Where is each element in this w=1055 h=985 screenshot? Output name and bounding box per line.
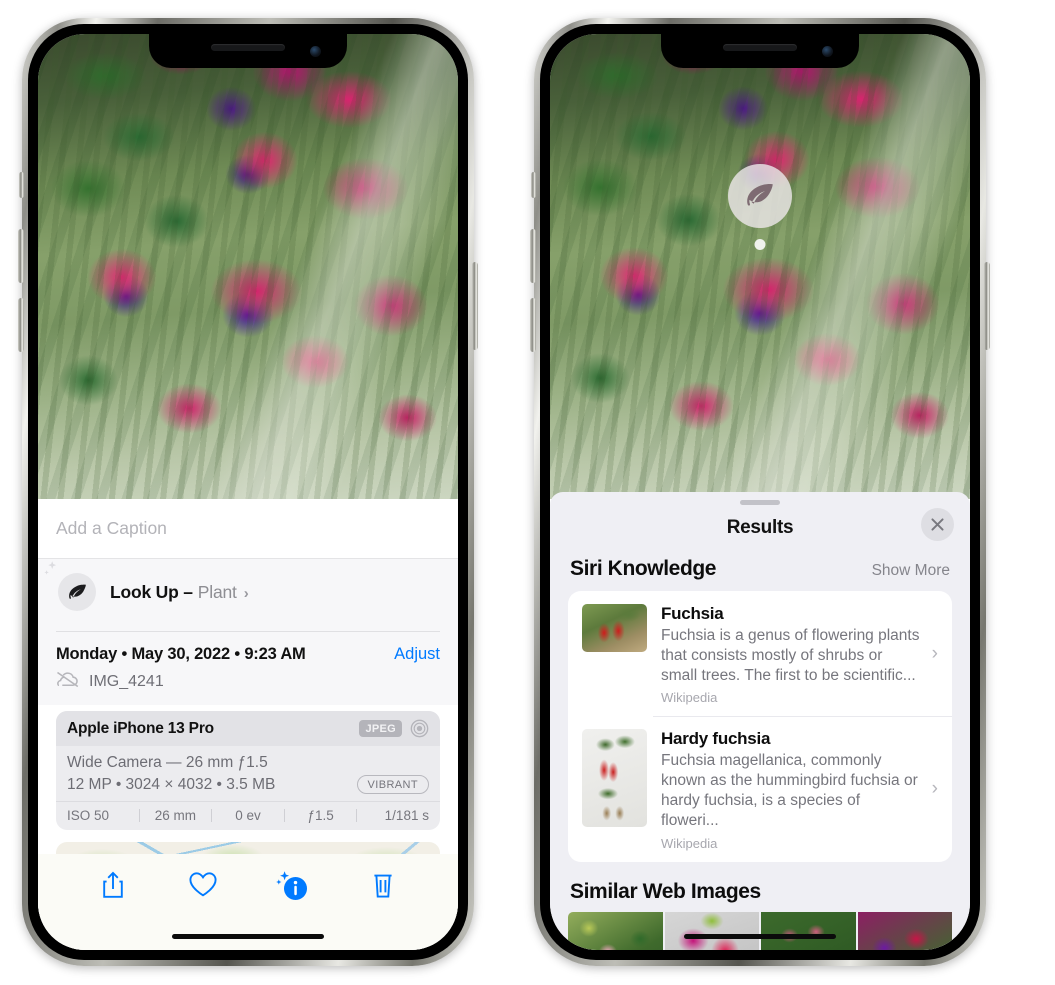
camera-card-body: Wide Camera — 26 mm ƒ1.5 12 MP • 3024 × … [56, 746, 440, 801]
front-camera-icon [822, 46, 833, 57]
look-up-subject: Plant [197, 581, 237, 602]
phone-right-bezel: Results Siri Knowledge Show More Fuchsia… [530, 24, 990, 960]
earpiece-speaker [723, 44, 797, 51]
share-icon [103, 871, 123, 898]
leaf-icon [58, 573, 96, 611]
silence-switch[interactable] [531, 172, 536, 198]
siri-knowledge-title: Siri Knowledge [570, 557, 717, 580]
visual-lookup-leaf-icon[interactable] [728, 164, 792, 228]
knowledge-result-row[interactable]: Hardy fuchsia Fuchsia magellanica, commo… [568, 716, 952, 861]
silence-switch[interactable] [19, 172, 24, 198]
similar-image-thumbnail[interactable] [568, 911, 663, 950]
photographic-style-badge: VIBRANT [356, 775, 429, 794]
phone-right: Results Siri Knowledge Show More Fuchsia… [530, 18, 990, 966]
delete-button[interactable] [338, 870, 428, 900]
front-camera-icon [310, 46, 321, 57]
metadata-block: Monday • May 30, 2022 • 9:23 AM Adjust I… [38, 627, 458, 705]
camera-info-card[interactable]: Apple iPhone 13 Pro JPEG Wide Camera — 2… [56, 711, 440, 830]
chevron-right-icon: › [243, 584, 249, 602]
info-sparkle-icon [276, 871, 307, 900]
result-source: Wikipedia [661, 835, 718, 851]
close-icon [931, 518, 944, 531]
exif-focal: 26 mm [154, 808, 197, 823]
results-title: Results [726, 517, 794, 538]
show-more-button[interactable]: Show More [872, 562, 950, 580]
share-button[interactable] [68, 870, 158, 900]
notch [149, 34, 347, 68]
similar-web-images-header: Similar Web Images [550, 862, 970, 912]
close-button[interactable] [921, 508, 954, 541]
result-source: Wikipedia [661, 690, 718, 706]
similar-web-images-title: Similar Web Images [570, 879, 761, 903]
favorite-button[interactable] [158, 870, 248, 898]
notch [661, 34, 859, 68]
volume-down-button[interactable] [530, 298, 536, 352]
similar-image-thumbnail[interactable] [664, 911, 759, 950]
exif-iso: ISO 50 [67, 808, 110, 823]
screenshot-stage: Add a Caption Look Up – Plant › Monday •… [0, 0, 1055, 985]
earpiece-speaker [211, 44, 285, 51]
phone-left-screen: Add a Caption Look Up – Plant › Monday •… [38, 34, 458, 950]
similar-image-thumbnail[interactable] [761, 911, 856, 950]
photo-viewer[interactable] [38, 34, 458, 502]
results-header: Results [550, 505, 970, 551]
camera-card-header: Apple iPhone 13 Pro JPEG [56, 711, 440, 746]
power-button[interactable] [984, 262, 990, 350]
result-title: Fuchsia [661, 604, 724, 623]
caption-field-row[interactable]: Add a Caption [38, 499, 458, 559]
exif-row: ISO 50 26 mm 0 ev ƒ1.5 1/181 s [56, 801, 440, 830]
phone-right-screen: Results Siri Knowledge Show More Fuchsia… [550, 34, 970, 950]
chevron-right-icon: › [931, 778, 938, 800]
photo-viewer[interactable] [550, 34, 970, 499]
power-button[interactable] [472, 262, 478, 350]
trash-icon [374, 874, 392, 898]
results-sheet: Results Siri Knowledge Show More Fuchsia… [550, 492, 970, 950]
result-title: Hardy fuchsia [661, 729, 771, 749]
volume-down-button[interactable] [18, 298, 24, 352]
date-row: Monday • May 30, 2022 • 9:23 AM Adjust [56, 645, 440, 664]
visual-lookup-anchor-dot [754, 239, 766, 250]
specs-row: 12 MP • 3024 × 4032 • 3.5 MB VIBRANT [67, 775, 429, 794]
home-indicator[interactable] [172, 934, 324, 939]
exif-exposure: 0 ev [235, 808, 261, 823]
result-body: Hardy fuchsia Fuchsia magellanica, commo… [661, 729, 938, 850]
heart-icon [189, 872, 217, 897]
format-badge: JPEG [359, 720, 402, 737]
home-indicator[interactable] [684, 934, 836, 939]
capture-date: Monday • May 30, 2022 • 9:23 AM [56, 645, 306, 663]
similar-image-thumbnail[interactable] [857, 911, 952, 950]
result-thumbnail [582, 729, 647, 828]
aperture-icon[interactable] [410, 719, 429, 738]
divider [56, 631, 440, 632]
result-snippet: Fuchsia is a genus of flowering plants t… [661, 627, 920, 684]
result-body: Fuchsia Fuchsia is a genus of flowering … [661, 604, 938, 705]
volume-up-button[interactable] [530, 229, 536, 283]
similar-web-images-strip [550, 911, 970, 950]
camera-badges: JPEG [359, 719, 429, 738]
siri-knowledge-header: Siri Knowledge Show More [550, 551, 970, 591]
look-up-row[interactable]: Look Up – Plant › [38, 559, 458, 627]
image-specs: 12 MP • 3024 × 4032 • 3.5 MB [67, 775, 276, 793]
adjust-button[interactable]: Adjust [394, 645, 440, 664]
file-name: IMG_4241 [89, 673, 164, 690]
filename-row: IMG_4241 [56, 671, 440, 693]
cloud-slash-icon [56, 671, 80, 693]
volume-up-button[interactable] [18, 229, 24, 283]
look-up-title: Look Up – [110, 581, 193, 602]
result-thumbnail [582, 604, 647, 652]
chevron-right-icon: › [931, 642, 938, 664]
phone-left: Add a Caption Look Up – Plant › Monday •… [18, 18, 478, 966]
phone-left-bezel: Add a Caption Look Up – Plant › Monday •… [18, 24, 478, 960]
info-button[interactable] [248, 870, 338, 902]
lens-info: Wide Camera — 26 mm ƒ1.5 [67, 754, 268, 771]
look-up-label: Look Up – Plant › [110, 581, 249, 603]
caption-input[interactable]: Add a Caption [56, 518, 167, 539]
siri-knowledge-card: Fuchsia Fuchsia is a genus of flowering … [568, 591, 952, 862]
exif-shutter: 1/181 s [384, 808, 429, 823]
exif-aperture: ƒ1.5 [307, 808, 334, 823]
result-snippet: Fuchsia magellanica, commonly known as t… [661, 752, 918, 829]
knowledge-result-row[interactable]: Fuchsia Fuchsia is a genus of flowering … [568, 591, 952, 716]
camera-model: Apple iPhone 13 Pro [67, 719, 214, 737]
